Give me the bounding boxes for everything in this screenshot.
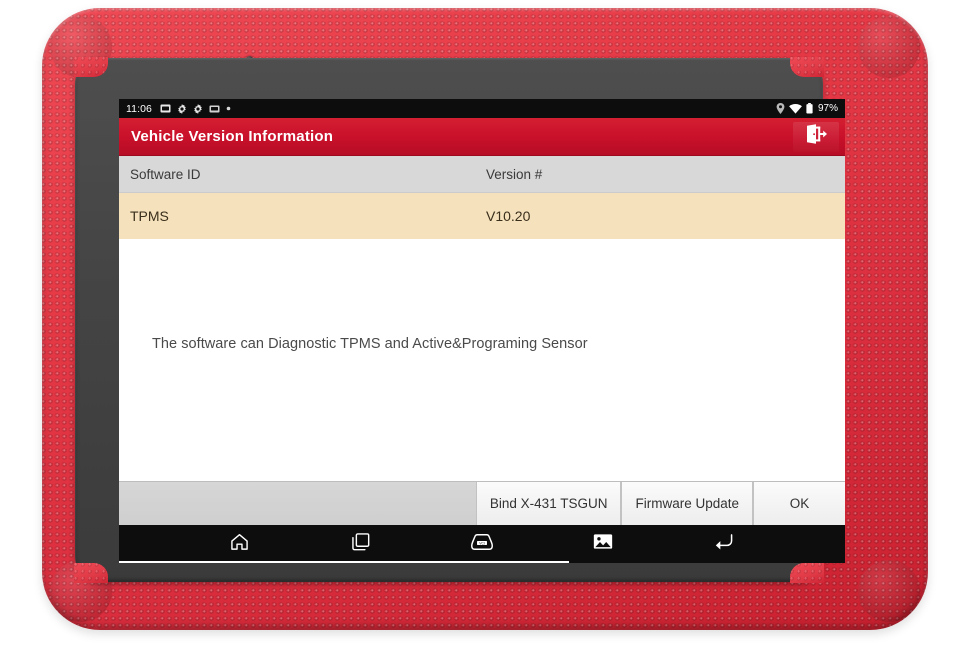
bezel-notch bbox=[790, 57, 824, 77]
cell-version: V10.20 bbox=[486, 208, 531, 224]
status-bar-system-icons: 97% bbox=[776, 103, 838, 114]
settings-gear-icon bbox=[177, 103, 187, 114]
app-title-bar: Vehicle Version Information bbox=[119, 118, 845, 156]
screenshot-stage: 11:06 97% Vehicle Version Information So… bbox=[0, 0, 970, 670]
nav-vci-button[interactable]: VCI bbox=[460, 529, 504, 559]
sd-card-icon bbox=[160, 104, 171, 113]
content-area: The software can Diagnostic TPMS and Act… bbox=[119, 239, 845, 481]
nav-back-button[interactable] bbox=[702, 529, 746, 559]
location-icon bbox=[776, 103, 785, 114]
column-header-software-id: Software ID bbox=[130, 166, 201, 182]
status-bar-clock: 11:06 bbox=[126, 102, 152, 115]
cell-software-id: TPMS bbox=[130, 208, 169, 224]
column-header-version: Version # bbox=[486, 166, 543, 182]
bezel-notch bbox=[74, 563, 108, 583]
nav-recents-button[interactable] bbox=[339, 529, 383, 559]
bind-tsgun-button[interactable]: Bind X-431 TSGUN bbox=[475, 482, 622, 525]
nav-screenshot-button[interactable] bbox=[581, 529, 625, 559]
vci-connector-icon: VCI bbox=[470, 533, 494, 556]
recents-icon bbox=[352, 532, 370, 556]
svg-text:VCI: VCI bbox=[479, 541, 485, 545]
sim-card-icon bbox=[209, 105, 220, 113]
battery-icon bbox=[806, 103, 813, 114]
case-corner-grip bbox=[858, 560, 920, 622]
dot-icon bbox=[226, 106, 231, 111]
nav-bar-underline bbox=[119, 561, 570, 563]
bezel-notch bbox=[74, 57, 108, 77]
android-status-bar: 11:06 97% bbox=[119, 99, 845, 118]
back-arrow-icon bbox=[714, 533, 735, 555]
page-title: Vehicle Version Information bbox=[131, 128, 334, 145]
screenshot-image-icon bbox=[593, 533, 613, 555]
tablet-screen: 11:06 97% Vehicle Version Information So… bbox=[119, 99, 845, 563]
status-bar-notification-icons bbox=[160, 103, 231, 114]
wifi-icon bbox=[789, 103, 802, 114]
firmware-update-button[interactable]: Firmware Update bbox=[621, 482, 753, 525]
ok-button[interactable]: OK bbox=[753, 482, 845, 525]
home-icon bbox=[230, 533, 249, 556]
settings-gear-icon bbox=[193, 103, 203, 114]
table-row[interactable]: TPMS V10.20 bbox=[119, 193, 845, 239]
action-button-bar: Bind X-431 TSGUN Firmware Update OK bbox=[119, 481, 845, 525]
nav-home-button[interactable] bbox=[218, 529, 262, 559]
exit-door-icon bbox=[805, 124, 827, 149]
software-description: The software can Diagnostic TPMS and Act… bbox=[152, 336, 588, 352]
bezel-notch bbox=[790, 563, 824, 583]
android-nav-bar: VCI bbox=[119, 525, 845, 563]
exit-button[interactable] bbox=[793, 121, 839, 152]
battery-percent-label: 97% bbox=[817, 103, 838, 114]
case-corner-grip bbox=[858, 16, 920, 78]
table-header-row: Software ID Version # bbox=[119, 156, 845, 193]
